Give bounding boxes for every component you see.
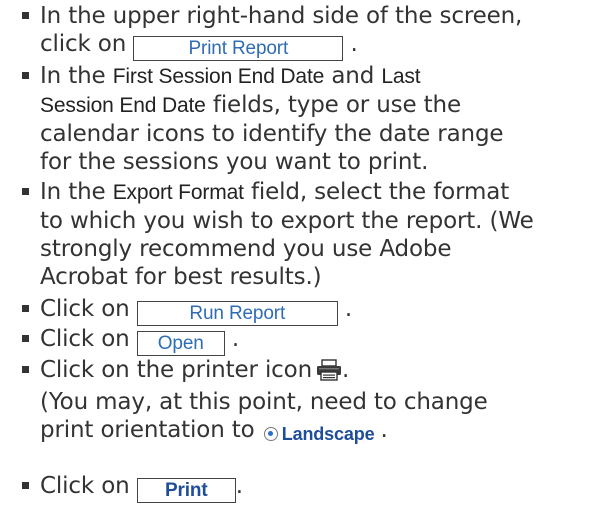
run-report-button[interactable]: Run Report bbox=[136, 301, 338, 326]
step-2-fields-text: fields, type or use the bbox=[212, 92, 461, 118]
step-2-line-1: In the First Session End Date and Last bbox=[40, 62, 503, 91]
instruction-document: In the upper right-hand side of the scre… bbox=[0, 0, 592, 523]
step-1-click-text: click on bbox=[40, 31, 127, 57]
print-button[interactable]: Print bbox=[136, 478, 236, 503]
step-2-text: In the bbox=[40, 63, 106, 89]
bullet-marker bbox=[22, 188, 29, 195]
step-6-line-1: Click on the printer icon . bbox=[40, 356, 488, 388]
step-3-line-2: to which you wish to export the report. … bbox=[40, 208, 534, 234]
landscape-radio[interactable]: Landscape bbox=[262, 420, 381, 448]
step-5-period: . bbox=[231, 326, 240, 352]
landscape-label: Landscape bbox=[281, 424, 375, 444]
list-item: Click on Open . bbox=[0, 325, 239, 356]
bullet-marker bbox=[22, 366, 29, 373]
step-1-line-2: click on Print Report . bbox=[40, 30, 522, 61]
bullet-marker bbox=[22, 12, 29, 19]
step-4-period: . bbox=[344, 296, 353, 322]
step-6-printer-text: Click on the printer icon bbox=[40, 357, 313, 383]
last-term: Last bbox=[381, 65, 421, 88]
list-item: Click on Run Report . bbox=[0, 295, 352, 326]
step-3-line-4: Acrobat for best results.) bbox=[40, 264, 322, 290]
first-session-end-date-term: First Session End Date bbox=[112, 65, 325, 88]
list-item: In the First Session End Date and Last S… bbox=[0, 62, 504, 176]
step-6-line-3: print orientation to Landscape. bbox=[40, 416, 488, 448]
step-6-period: . bbox=[342, 357, 350, 383]
export-format-term: Export Format bbox=[112, 181, 244, 204]
printer-icon[interactable] bbox=[316, 359, 342, 388]
step-6-end-period: . bbox=[380, 417, 388, 443]
step-5-click-text: Click on bbox=[40, 326, 130, 352]
step-7-period: . bbox=[235, 473, 243, 499]
step-2-line-3: calendar icons to identify the date rang… bbox=[40, 121, 504, 147]
radio-selected-icon bbox=[263, 427, 278, 441]
step-5-line-1: Click on Open . bbox=[40, 325, 239, 356]
step-1-line-1: In the upper right-hand side of the scre… bbox=[40, 3, 523, 29]
step-3-line-1: In the Export Format field, select the f… bbox=[40, 178, 534, 207]
bullet-marker bbox=[22, 335, 29, 342]
list-item: In the upper right-hand side of the scre… bbox=[0, 2, 522, 61]
step-3-field-text: field, select the format bbox=[250, 179, 510, 205]
step-3-text: In the bbox=[40, 179, 106, 205]
step-3-line-3: strongly recommend you use Adobe bbox=[40, 236, 452, 262]
print-report-button[interactable]: Print Report bbox=[133, 36, 344, 61]
open-button[interactable]: Open bbox=[136, 331, 225, 356]
bullet-marker bbox=[22, 305, 29, 312]
list-item: Click on the printer icon . (You may, at… bbox=[0, 356, 488, 448]
step-6-line-2: (You may, at this point, need to change bbox=[40, 389, 488, 415]
step-1-period: . bbox=[350, 31, 358, 57]
session-end-date-term: Session End Date bbox=[40, 94, 206, 117]
step-4-click-text: Click on bbox=[40, 296, 130, 322]
step-6-orientation-text: print orientation to bbox=[40, 417, 255, 443]
step-2-and: and bbox=[331, 63, 375, 89]
list-item: In the Export Format field, select the f… bbox=[0, 178, 534, 291]
bullet-marker bbox=[22, 482, 29, 489]
step-7-line-1: Click on Print. bbox=[40, 472, 243, 503]
step-2-line-2: Session End Date fields, type or use the bbox=[40, 91, 503, 120]
step-4-line-1: Click on Run Report . bbox=[40, 295, 352, 326]
step-7-click-text: Click on bbox=[40, 473, 130, 499]
list-item: Click on Print. bbox=[0, 472, 243, 503]
bullet-marker bbox=[22, 72, 29, 79]
step-2-line-4: for the sessions you want to print. bbox=[40, 149, 429, 175]
